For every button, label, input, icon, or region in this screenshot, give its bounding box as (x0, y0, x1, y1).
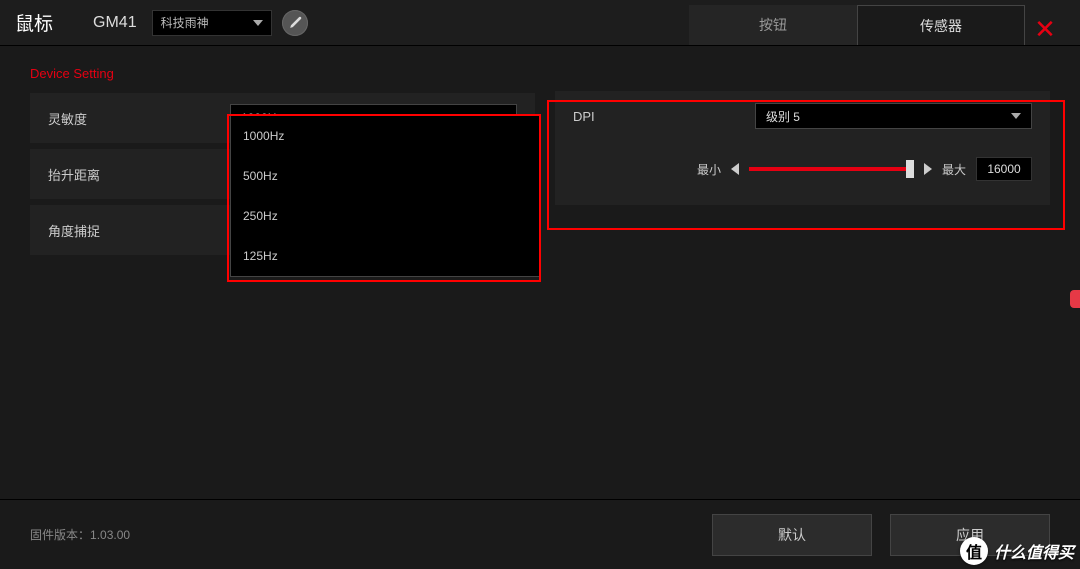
tab-bar: 按钮 传感器 ✕ (689, 0, 1065, 45)
profile-select[interactable]: 科技雨神 (152, 10, 272, 36)
chevron-down-icon (253, 20, 263, 26)
dpi-slider[interactable] (749, 167, 914, 171)
polling-option-125[interactable]: 125Hz (231, 236, 539, 276)
content-area: Device Setting 灵敏度 1000Hz 1000Hz 500Hz 2… (0, 46, 1080, 281)
dpi-min-label: 最小 (697, 161, 721, 178)
device-model-label: GM41 (93, 14, 137, 32)
triangle-right-icon[interactable] (924, 163, 932, 175)
dpi-level-row: DPI 级别 5 (573, 103, 1032, 129)
polling-option-250[interactable]: 250Hz (231, 196, 539, 236)
header-bar: 鼠标 GM41 科技雨神 按钮 传感器 ✕ (0, 0, 1080, 46)
lift-distance-label: 抬升距离 (48, 165, 218, 184)
left-panel: Device Setting 灵敏度 1000Hz 1000Hz 500Hz 2… (30, 66, 535, 261)
right-panel: DPI 级别 5 最小 最大 16000 (555, 66, 1050, 261)
tab-buttons[interactable]: 按钮 (689, 5, 857, 45)
close-button[interactable]: ✕ (1025, 14, 1065, 45)
dpi-section: DPI 级别 5 最小 最大 16000 (555, 91, 1050, 205)
firmware-value: 1.03.00 (90, 528, 130, 542)
sensitivity-label: 灵敏度 (48, 109, 218, 128)
side-badge-icon (1070, 290, 1080, 308)
pencil-icon (288, 16, 302, 30)
firmware-prefix: 固件版本： (30, 528, 90, 542)
dpi-value-field[interactable]: 16000 (976, 157, 1032, 181)
edit-profile-button[interactable] (282, 10, 308, 36)
watermark-circle-icon: 值 (960, 537, 988, 565)
polling-option-500[interactable]: 500Hz (231, 156, 539, 196)
triangle-left-icon[interactable] (731, 163, 739, 175)
device-type-label: 鼠标 (15, 9, 53, 36)
watermark-text: 什么值得买 (994, 539, 1074, 563)
dpi-max-label: 最大 (942, 161, 966, 178)
default-button[interactable]: 默认 (712, 514, 872, 556)
angle-snap-label: 角度捕捉 (48, 221, 218, 240)
dpi-level-value: 级别 5 (766, 108, 800, 125)
profile-selected-value: 科技雨神 (161, 14, 209, 31)
tab-buttons-label: 按钮 (759, 15, 787, 35)
default-button-label: 默认 (778, 525, 806, 545)
firmware-version-label: 固件版本：1.03.00 (30, 526, 130, 543)
dpi-level-select[interactable]: 级别 5 (755, 103, 1032, 129)
tab-sensor-label: 传感器 (920, 16, 962, 36)
section-title: Device Setting (30, 66, 535, 81)
dpi-slider-row: 最小 最大 16000 (573, 157, 1032, 181)
footer-bar: 固件版本：1.03.00 默认 应用 (0, 499, 1080, 569)
watermark: 值 什么值得买 (960, 537, 1074, 565)
dpi-slider-thumb[interactable] (906, 160, 914, 178)
polling-rate-dropdown-menu: 1000Hz 500Hz 250Hz 125Hz (230, 115, 540, 277)
polling-option-1000[interactable]: 1000Hz (231, 116, 539, 156)
chevron-down-icon (1011, 113, 1021, 119)
tab-sensor[interactable]: 传感器 (857, 5, 1025, 45)
close-icon: ✕ (1034, 14, 1056, 45)
dpi-label: DPI (573, 109, 743, 124)
